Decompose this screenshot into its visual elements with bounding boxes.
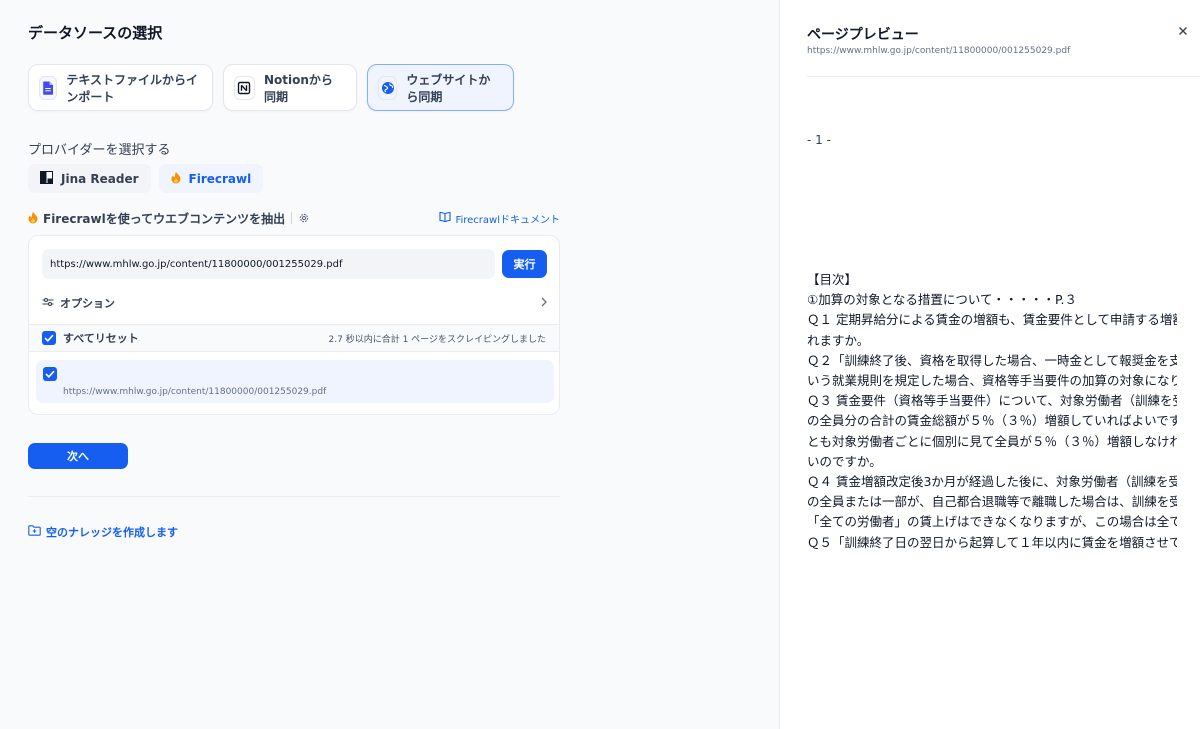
crawl-status: 2.7 秒以内に合計 1 ページをスクレイピングしました: [328, 334, 546, 345]
preview-line: れますか。: [807, 332, 870, 348]
close-icon[interactable]: [1176, 24, 1190, 38]
preview-line: の全員分の合計の賃金総額が５％（３％）増額していればよいですか。それ: [807, 413, 1177, 429]
preview-line: いう就業規則を規定した場合、資格等手当要件の加算の対象になりますか。: [807, 373, 1177, 389]
create-empty-knowledge-link[interactable]: 空のナレッジを作成します: [28, 524, 178, 540]
preview-page-marker: - 1 -: [807, 133, 831, 147]
source-options: テキストファイルからインポート Notionから同期 ウェブサイトから同期: [28, 64, 514, 111]
select-all-checkbox[interactable]: [42, 331, 56, 345]
provider-section-label: プロバイダーを選択する: [28, 143, 171, 158]
data-source-panel: データソースの選択 テキストファイルからインポート Notionから同期 ウェブ…: [0, 0, 779, 729]
source-text-file-label: テキストファイルからインポート: [66, 72, 199, 104]
preview-line: とも対象労働者ごとに個別に見て全員が５％（３％）増額しなければならな: [807, 433, 1177, 449]
preview-line: Ｑ２「訓練終了後、資格を取得した場合、一時金として報奨金を支給する」と: [807, 352, 1177, 368]
preview-line: ①加算の対象となる措置について・・・・・P.３: [807, 292, 1078, 308]
preview-line: の全員または一部が、自己都合退職等で離職した場合は、訓練を受講した: [807, 494, 1177, 510]
options-label: オプション: [60, 297, 115, 310]
source-text-file-button[interactable]: テキストファイルからインポート: [28, 64, 213, 111]
notion-icon: [234, 75, 255, 100]
book-open-icon: [439, 211, 452, 225]
provider-jina-label: Jina Reader: [61, 171, 139, 186]
source-notion-button[interactable]: Notionから同期: [223, 64, 357, 111]
preview-line: いのですか。: [807, 453, 882, 469]
run-button[interactable]: 実行: [502, 250, 547, 278]
page-title: データソースの選択: [28, 24, 163, 42]
source-notion-label: Notionから同期: [263, 72, 333, 104]
jina-icon: [40, 170, 53, 187]
source-website-label: ウェブサイトから同期: [406, 72, 491, 104]
flame-icon: [171, 171, 181, 187]
firecrawl-doc-link[interactable]: Firecrawlドキュメント: [439, 211, 560, 226]
divider: [28, 496, 560, 497]
firecrawl-doc-label: Firecrawlドキュメント: [455, 214, 560, 226]
crawl-panel: 実行 オプション すべてリセット 2.7 秒以内に合計 1 ページをスクレイピン…: [28, 235, 560, 415]
create-empty-knowledge-label: 空のナレッジを作成します: [46, 526, 178, 539]
preview-title: ページプレビュー: [807, 27, 919, 43]
preview-content: 【目次】 ①加算の対象となる措置について・・・・・P.３ Ｑ１ 定期昇給分による…: [807, 270, 1177, 553]
preview-line: Ｑ４ 賃金増額改定後3か月が経過した後に、対象労働者（訓練を受講した者）: [807, 474, 1177, 490]
preview-line: Ｑ１ 定期昇給分による賃金の増額も、賃金要件として申請する増額分に含ま: [807, 312, 1177, 328]
result-item[interactable]: https://www.mhlw.go.jp/content/11800000/…: [36, 360, 554, 403]
result-url: https://www.mhlw.go.jp/content/11800000/…: [63, 387, 327, 397]
settings-gear-icon[interactable]: [298, 209, 310, 228]
provider-options: Jina Reader Firecrawl: [28, 164, 264, 193]
firecrawl-header: Firecrawlを使ってウエブコンテンツを抽出 Firecrawlドキュメント: [28, 209, 560, 227]
sliders-icon: [42, 297, 54, 310]
divider: [807, 76, 1200, 77]
provider-firecrawl-button[interactable]: Firecrawl: [158, 164, 264, 193]
url-input[interactable]: [42, 249, 495, 279]
preview-line: 【目次】: [807, 272, 858, 287]
folder-plus-icon: [28, 525, 41, 539]
firecrawl-title: Firecrawlを使ってウエブコンテンツを抽出: [43, 211, 286, 226]
preview-line: Ｑ３ 賃金要件（資格等手当要件）について、対象労働者（訓練を受講した者）: [807, 393, 1177, 409]
provider-jina-button[interactable]: Jina Reader: [28, 164, 151, 193]
result-checkbox[interactable]: [43, 367, 57, 381]
flame-icon: [28, 209, 38, 228]
file-text-icon: [39, 75, 58, 100]
divider: [291, 212, 293, 224]
provider-firecrawl-label: Firecrawl: [188, 171, 252, 186]
select-all-label: すべてリセット: [63, 332, 139, 345]
preview-line: Ｑ５「訓練終了日の翌日から起算して１年以内に賃金を増額させて: [807, 534, 1177, 550]
globe-icon: [378, 75, 398, 100]
chevron-right-icon: [540, 297, 548, 310]
source-website-button[interactable]: ウェブサイトから同期: [367, 64, 514, 111]
options-toggle[interactable]: オプション: [42, 291, 548, 315]
preview-line: 「全ての労働者」の賃上げはできなくなりますが、この場合は全て賃金要件・資格等手当…: [807, 514, 1177, 530]
preview-url: https://www.mhlw.go.jp/content/11800000/…: [807, 46, 1071, 56]
next-button[interactable]: 次へ: [28, 443, 128, 469]
page-preview-panel: ページプレビュー https://www.mhlw.go.jp/content/…: [779, 0, 1200, 729]
select-all-row: すべてリセット 2.7 秒以内に合計 1 ページをスクレイピングしました: [29, 324, 559, 352]
